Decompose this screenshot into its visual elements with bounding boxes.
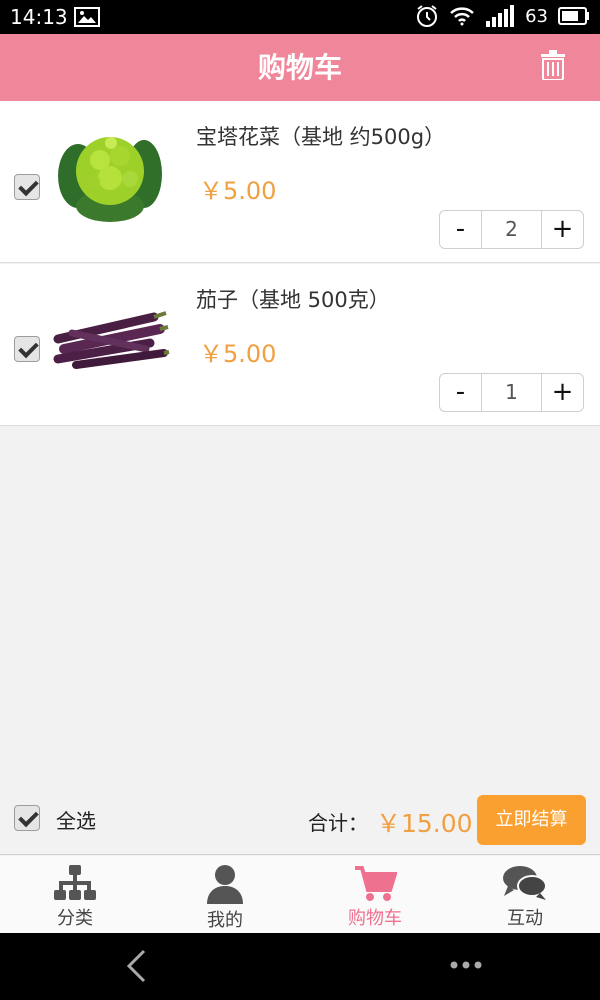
item-name: 茄子（基地 500克） (196, 288, 390, 312)
tab-cart[interactable]: 购物车 (300, 856, 450, 933)
tab-label: 分类 (57, 908, 93, 929)
back-icon[interactable] (124, 948, 148, 984)
tab-interact[interactable]: 互动 (450, 856, 600, 933)
status-right: 63 (415, 4, 590, 28)
signal-icon (486, 5, 515, 27)
category-tree-icon (54, 865, 96, 900)
cart-item: 宝塔花菜（基地 约500g） ￥5.00 - 2 + (0, 101, 600, 263)
tab-label: 购物车 (348, 908, 402, 929)
chat-icon (503, 866, 547, 900)
wifi-icon (450, 7, 474, 26)
tab-bar: 分类 我的 购物车 互动 (0, 856, 600, 933)
total-value: ￥15.00 (376, 809, 473, 838)
tab-category[interactable]: 分类 (0, 856, 150, 933)
select-all-checkbox[interactable] (14, 805, 40, 831)
header: 购物车 (0, 34, 600, 101)
decrement-button[interactable]: - (440, 374, 481, 411)
item-price: ￥5.00 (199, 177, 277, 205)
alarm-icon (417, 5, 438, 27)
tab-mine[interactable]: 我的 (150, 856, 300, 933)
status-bar: 14:13 63 (0, 0, 600, 34)
romanesco-broccoli-image (58, 137, 162, 222)
user-icon (207, 865, 243, 904)
item-name: 宝塔花菜（基地 约500g） (196, 125, 446, 149)
system-nav-bar (0, 933, 600, 1000)
trash-icon[interactable] (540, 50, 566, 80)
increment-button[interactable]: + (542, 211, 583, 248)
page-title: 购物车 (257, 51, 342, 84)
purple-eggplant-image (53, 311, 170, 369)
quantity-value[interactable]: 2 (481, 211, 542, 248)
tab-label: 互动 (507, 908, 543, 929)
more-icon[interactable] (449, 960, 483, 970)
item-checkbox[interactable] (14, 336, 40, 362)
tab-label: 我的 (207, 910, 243, 931)
status-time: 14:13 (10, 5, 68, 29)
battery-icon (558, 7, 589, 25)
cart-item: 茄子（基地 500克） ￥5.00 - 1 + (0, 264, 600, 426)
select-all-label[interactable]: 全选 (56, 805, 96, 834)
item-checkbox[interactable] (14, 174, 40, 200)
image-icon (74, 7, 100, 27)
checkout-footer: 全选 合计： ￥15.00 立即结算 (0, 785, 600, 855)
quantity-value[interactable]: 1 (481, 374, 542, 411)
quantity-stepper: - 2 + (439, 210, 584, 249)
decrement-button[interactable]: - (440, 211, 481, 248)
increment-button[interactable]: + (542, 374, 583, 411)
battery-level: 63 (525, 5, 548, 27)
checkout-button[interactable]: 立即结算 (477, 795, 586, 845)
item-price: ￥5.00 (199, 340, 277, 368)
quantity-stepper: - 1 + (439, 373, 584, 412)
cart-icon (355, 866, 397, 901)
total-label: 合计： (308, 811, 368, 835)
